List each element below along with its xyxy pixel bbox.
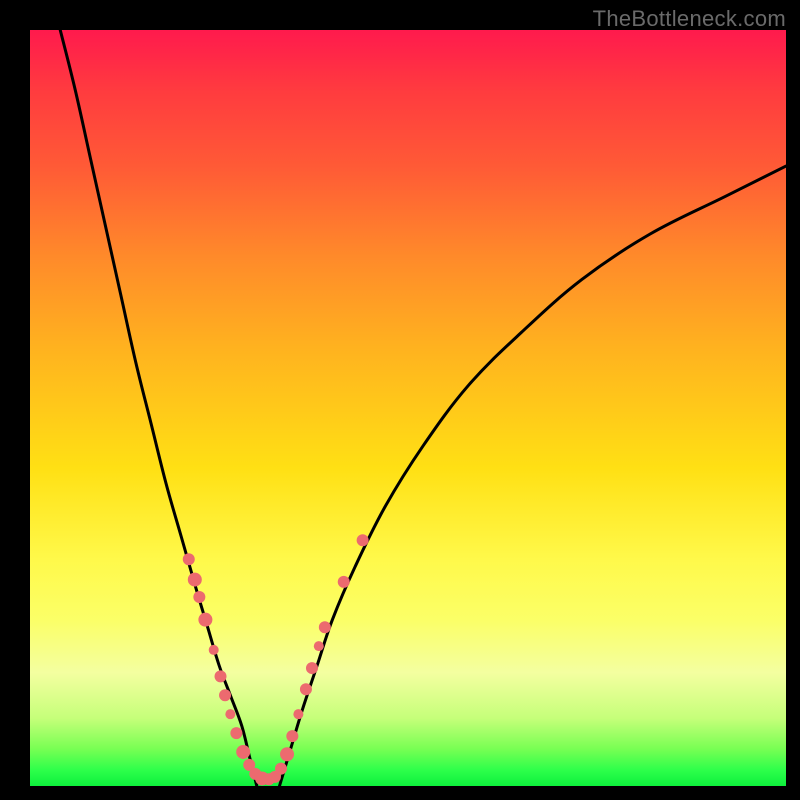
highlight-point — [357, 534, 369, 546]
highlight-point — [300, 683, 312, 695]
highlight-point — [198, 613, 212, 627]
highlight-point — [236, 745, 250, 759]
series-group — [60, 30, 786, 786]
highlight-point — [209, 645, 219, 655]
highlight-point — [230, 727, 242, 739]
highlight-point — [314, 641, 324, 651]
watermark-text: TheBottleneck.com — [593, 6, 786, 32]
highlight-point — [225, 709, 235, 719]
curve-left-curve — [60, 30, 257, 786]
highlight-point — [219, 689, 231, 701]
highlight-point — [338, 576, 350, 588]
curve-right-curve — [279, 166, 786, 786]
highlight-point — [183, 553, 195, 565]
highlight-point — [193, 591, 205, 603]
highlight-point — [280, 747, 294, 761]
plot-area — [30, 30, 786, 786]
highlight-point — [293, 709, 303, 719]
highlight-point — [306, 662, 318, 674]
highlight-point — [319, 621, 331, 633]
scatter-group — [183, 534, 369, 785]
chart-svg — [30, 30, 786, 786]
highlight-point — [215, 670, 227, 682]
highlight-point — [275, 763, 287, 775]
highlight-point — [188, 573, 202, 587]
chart-frame: TheBottleneck.com — [0, 0, 800, 800]
highlight-point — [286, 730, 298, 742]
